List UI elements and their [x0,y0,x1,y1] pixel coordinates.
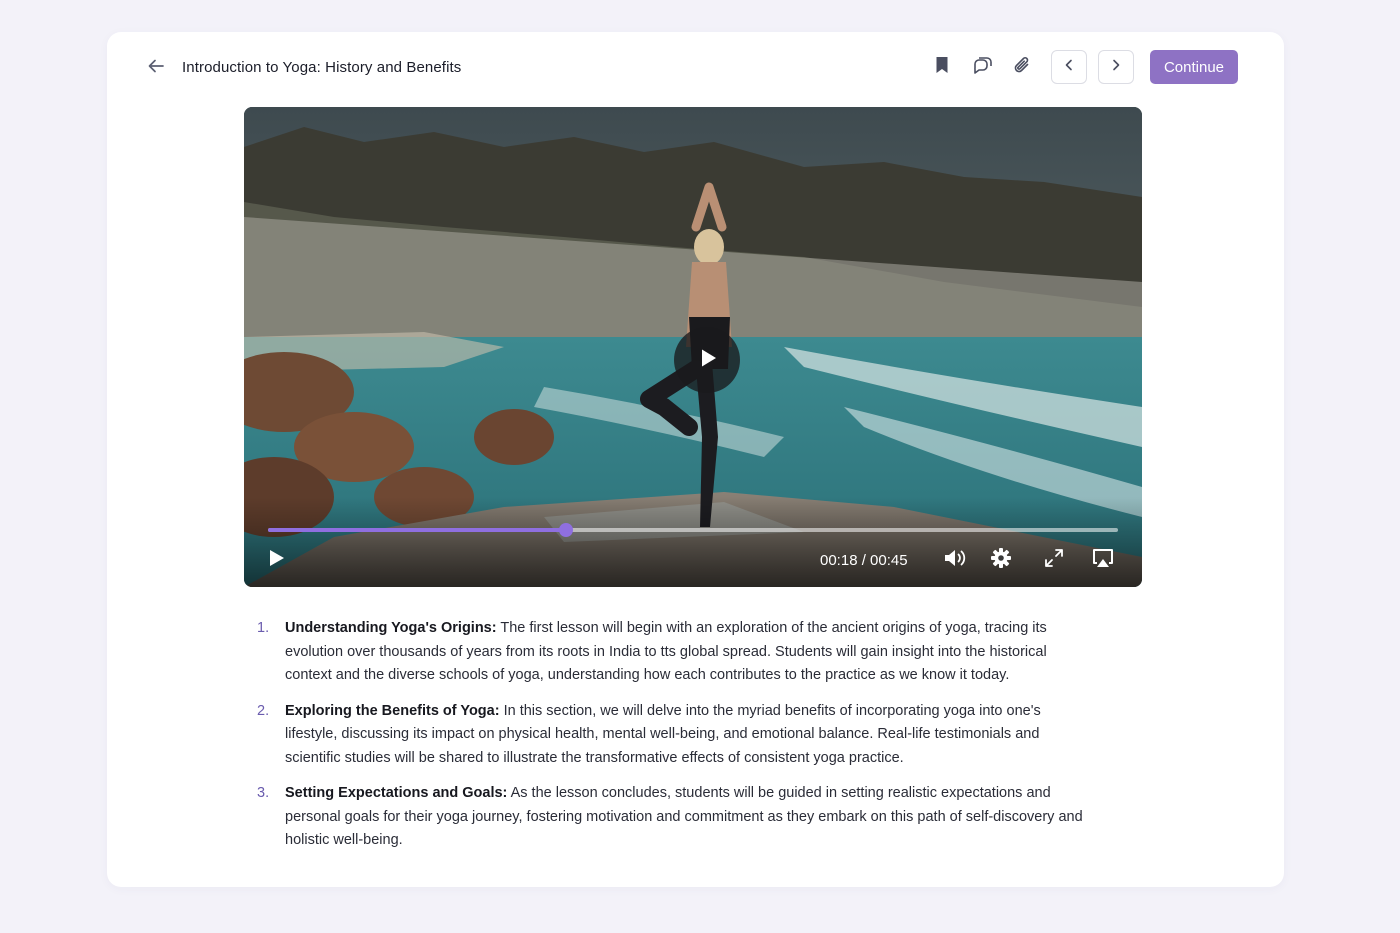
lesson-card: Introduction to Yoga: History and Benefi… [107,32,1284,887]
controls-overlay [244,497,1142,587]
paperclip-icon [1012,55,1032,80]
chevron-left-icon [1062,58,1076,77]
big-play-button[interactable] [674,327,740,393]
lesson-header: Introduction to Yoga: History and Benefi… [107,32,1284,102]
comments-icon [971,55,993,80]
list-number: 1. [257,620,270,636]
item-title: Exploring the Benefits of Yoga: [285,702,500,719]
progress-scrubber[interactable] [558,523,573,537]
list-number: 2. [257,702,270,719]
fullscreen-icon [1043,547,1065,574]
settings-button[interactable] [988,547,1014,573]
time-display: 00:18 / 00:45 [820,552,908,569]
play-icon [694,345,720,376]
progress-track[interactable] [268,523,1118,537]
airplay-button[interactable] [1090,547,1116,573]
lesson-list-item: 2. Exploring the Benefits of Yoga: In th… [257,700,1087,771]
bookmark-icon [933,55,951,80]
play-icon [266,548,286,573]
item-title: Understanding Yoga's Origins: [285,620,497,636]
play-button[interactable] [263,547,289,573]
comments-button[interactable] [969,54,995,80]
video-player[interactable]: 00:18 / 00:45 [244,107,1142,587]
attachment-button[interactable] [1009,54,1035,80]
chevron-right-icon [1109,58,1123,77]
volume-button[interactable] [942,547,968,573]
list-number: 3. [257,785,270,801]
bookmark-button[interactable] [929,54,955,80]
continue-button[interactable]: Continue [1150,50,1238,84]
volume-icon [943,547,967,574]
page-title: Introduction to Yoga: History and Benefi… [182,59,462,76]
settings-gear-icon [990,547,1012,574]
previous-lesson-button[interactable] [1051,50,1087,84]
item-title: Setting Expectations and Goals: [285,785,508,801]
fullscreen-button[interactable] [1041,547,1067,573]
back-button[interactable] [143,55,169,81]
airplay-icon [1091,547,1115,574]
next-lesson-button[interactable] [1098,50,1134,84]
progress-fill [268,528,566,532]
lesson-content: 1. Understanding Yoga's Origins: The fir… [257,617,1087,865]
arrow-left-icon [146,56,166,81]
lesson-list-item: 1. Understanding Yoga's Origins: The fir… [257,617,1087,688]
lesson-list-item: 3. Setting Expectations and Goals: As th… [257,782,1087,853]
